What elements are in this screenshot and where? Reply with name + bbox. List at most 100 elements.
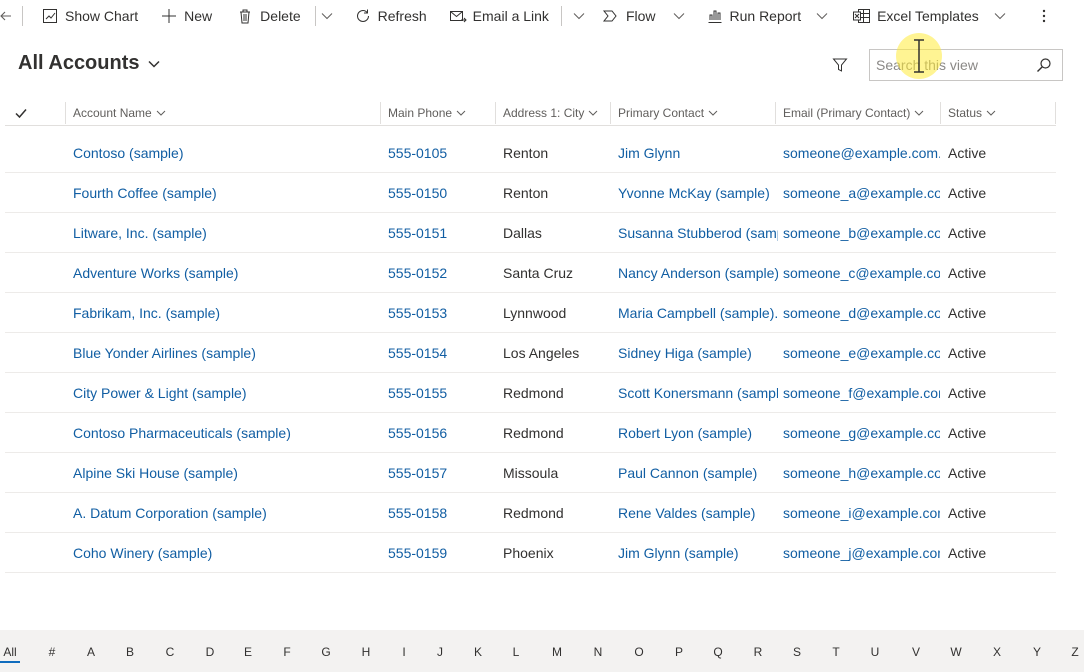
main-phone-cell[interactable]: 555-0152 — [388, 253, 488, 292]
alpha-filter-c[interactable]: C — [160, 645, 180, 659]
primary-contact-cell[interactable]: Sidney Higa (sample) — [618, 333, 778, 372]
email-a-link-button[interactable]: Email a Link — [449, 0, 549, 32]
column-header-city[interactable]: Address 1: City — [503, 100, 598, 125]
email-cell[interactable]: someone_a@example.cor — [783, 173, 940, 212]
table-row[interactable]: Litware, Inc. (sample) 555-0151 Dallas Susa… — [5, 213, 1056, 253]
excel-templates-button[interactable]: Excel Templates — [853, 0, 979, 32]
email-cell[interactable]: someone_j@example.com — [783, 533, 940, 572]
alpha-filter-h[interactable]: H — [356, 645, 376, 659]
primary-contact-cell[interactable]: Rene Valdes (sample) — [618, 493, 778, 532]
email-cell[interactable]: someone_b@example.cor — [783, 213, 940, 252]
filter-icon[interactable] — [832, 57, 848, 73]
primary-contact-cell[interactable]: Susanna Stubberod (samp — [618, 213, 778, 252]
email-cell[interactable]: someone_e@example.cor — [783, 333, 940, 372]
table-row[interactable]: A. Datum Corporation (sample) 555-0158 Red… — [5, 493, 1056, 533]
alpha-filter-x[interactable]: X — [987, 645, 1007, 659]
search-input[interactable] — [870, 51, 1030, 79]
run-report-button[interactable]: Run Report — [706, 0, 801, 32]
alpha-filter-b[interactable]: B — [120, 645, 140, 659]
main-phone-cell[interactable]: 555-0150 — [388, 173, 488, 212]
alpha-filter-k[interactable]: K — [468, 645, 488, 659]
main-phone-cell[interactable]: 555-0159 — [388, 533, 488, 572]
table-row[interactable]: Fabrikam, Inc. (sample) 555-0153 Lynnwood M… — [5, 293, 1056, 333]
account-name-cell[interactable]: Blue Yonder Airlines (sample) — [73, 333, 373, 372]
alpha-filter-t[interactable]: T — [826, 645, 846, 659]
table-row[interactable]: City Power & Light (sample) 555-0155 Redmo… — [5, 373, 1056, 413]
alpha-filter-w[interactable]: W — [946, 645, 966, 659]
alpha-filter-z[interactable]: Z — [1065, 645, 1084, 659]
alpha-filter-p[interactable]: P — [669, 645, 689, 659]
primary-contact-cell[interactable]: Paul Cannon (sample) — [618, 453, 778, 492]
alpha-filter-i[interactable]: I — [394, 645, 414, 659]
table-row[interactable]: Coho Winery (sample) 555-0159 Phoenix Jim G… — [5, 533, 1056, 573]
view-selector[interactable]: All Accounts — [18, 52, 160, 75]
alpha-filter-q[interactable]: Q — [708, 645, 728, 659]
excel-templates-chevron[interactable] — [989, 0, 1011, 32]
account-name-cell[interactable]: Fabrikam, Inc. (sample) — [73, 293, 373, 332]
table-row[interactable]: Contoso (sample) 555-0105 Renton Jim Glynn s… — [5, 133, 1056, 173]
back-button[interactable] — [0, 0, 14, 32]
primary-contact-cell[interactable]: Yvonne McKay (sample) — [618, 173, 778, 212]
account-name-cell[interactable]: Fourth Coffee (sample) — [73, 173, 373, 212]
alpha-filter-l[interactable]: L — [506, 645, 526, 659]
select-all-check-icon[interactable] — [15, 106, 27, 124]
alpha-filter-r[interactable]: R — [748, 645, 768, 659]
account-name-cell[interactable]: Contoso Pharmaceuticals (sample) — [73, 413, 373, 452]
alpha-filter-hash[interactable]: # — [42, 645, 62, 659]
main-phone-cell[interactable]: 555-0155 — [388, 373, 488, 412]
account-name-cell[interactable]: City Power & Light (sample) — [73, 373, 373, 412]
refresh-button[interactable]: Refresh — [354, 0, 427, 32]
alpha-filter-m[interactable]: M — [547, 645, 567, 659]
main-phone-cell[interactable]: 555-0156 — [388, 413, 488, 452]
main-phone-cell[interactable]: 555-0158 — [388, 493, 488, 532]
main-phone-cell[interactable]: 555-0154 — [388, 333, 488, 372]
alpha-filter-n[interactable]: N — [588, 645, 608, 659]
table-row[interactable]: Fourth Coffee (sample) 555-0150 Renton Yvon… — [5, 173, 1056, 213]
delete-more-chevron[interactable] — [316, 0, 338, 32]
main-phone-cell[interactable]: 555-0105 — [388, 133, 488, 172]
column-header-main-phone[interactable]: Main Phone — [388, 100, 466, 125]
primary-contact-cell[interactable]: Jim Glynn — [618, 133, 778, 172]
alpha-filter-u[interactable]: U — [865, 645, 885, 659]
table-row[interactable]: Contoso Pharmaceuticals (sample) 555-0156… — [5, 413, 1056, 453]
alpha-filter-f[interactable]: F — [277, 645, 297, 659]
column-header-account-name[interactable]: Account Name — [73, 100, 166, 125]
flow-chevron[interactable] — [668, 0, 690, 32]
primary-contact-cell[interactable]: Maria Campbell (sample). — [618, 293, 778, 332]
delete-button[interactable]: Delete — [236, 0, 301, 32]
account-name-cell[interactable]: Contoso (sample) — [73, 133, 373, 172]
main-phone-cell[interactable]: 555-0157 — [388, 453, 488, 492]
email-cell[interactable]: someone@example.com... — [783, 133, 940, 172]
alpha-filter-y[interactable]: Y — [1027, 645, 1047, 659]
run-report-chevron[interactable] — [811, 0, 833, 32]
column-header-email[interactable]: Email (Primary Contact) — [783, 100, 924, 125]
column-header-primary-contact[interactable]: Primary Contact — [618, 100, 718, 125]
alpha-filter-e[interactable]: E — [238, 645, 258, 659]
main-phone-cell[interactable]: 555-0151 — [388, 213, 488, 252]
column-header-status[interactable]: Status — [948, 100, 996, 125]
alpha-filter-s[interactable]: S — [787, 645, 807, 659]
main-phone-cell[interactable]: 555-0153 — [388, 293, 488, 332]
email-cell[interactable]: someone_i@example.com — [783, 493, 940, 532]
table-row[interactable]: Alpine Ski House (sample) 555-0157 Missoul… — [5, 453, 1056, 493]
primary-contact-cell[interactable]: Nancy Anderson (sample) — [618, 253, 778, 292]
account-name-cell[interactable]: Adventure Works (sample) — [73, 253, 373, 292]
email-cell[interactable]: someone_h@example.cor — [783, 453, 940, 492]
alpha-filter-d[interactable]: D — [200, 645, 220, 659]
email-cell[interactable]: someone_g@example.cor — [783, 413, 940, 452]
account-name-cell[interactable]: Coho Winery (sample) — [73, 533, 373, 572]
search-icon[interactable] — [1036, 57, 1052, 78]
alpha-filter-a[interactable]: A — [81, 645, 101, 659]
email-more-chevron[interactable] — [568, 0, 590, 32]
account-name-cell[interactable]: Litware, Inc. (sample) — [73, 213, 373, 252]
primary-contact-cell[interactable]: Scott Konersmann (sampl — [618, 373, 778, 412]
account-name-cell[interactable]: A. Datum Corporation (sample) — [73, 493, 373, 532]
email-cell[interactable]: someone_f@example.com — [783, 373, 940, 412]
alpha-filter-v[interactable]: V — [906, 645, 926, 659]
table-row[interactable]: Blue Yonder Airlines (sample) 555-0154 Los… — [5, 333, 1056, 373]
table-row[interactable]: Adventure Works (sample) 555-0152 Santa Cr… — [5, 253, 1056, 293]
primary-contact-cell[interactable]: Robert Lyon (sample) — [618, 413, 778, 452]
more-commands-button[interactable] — [1034, 0, 1054, 32]
new-button[interactable]: New — [160, 0, 212, 32]
alpha-filter-o[interactable]: O — [629, 645, 649, 659]
